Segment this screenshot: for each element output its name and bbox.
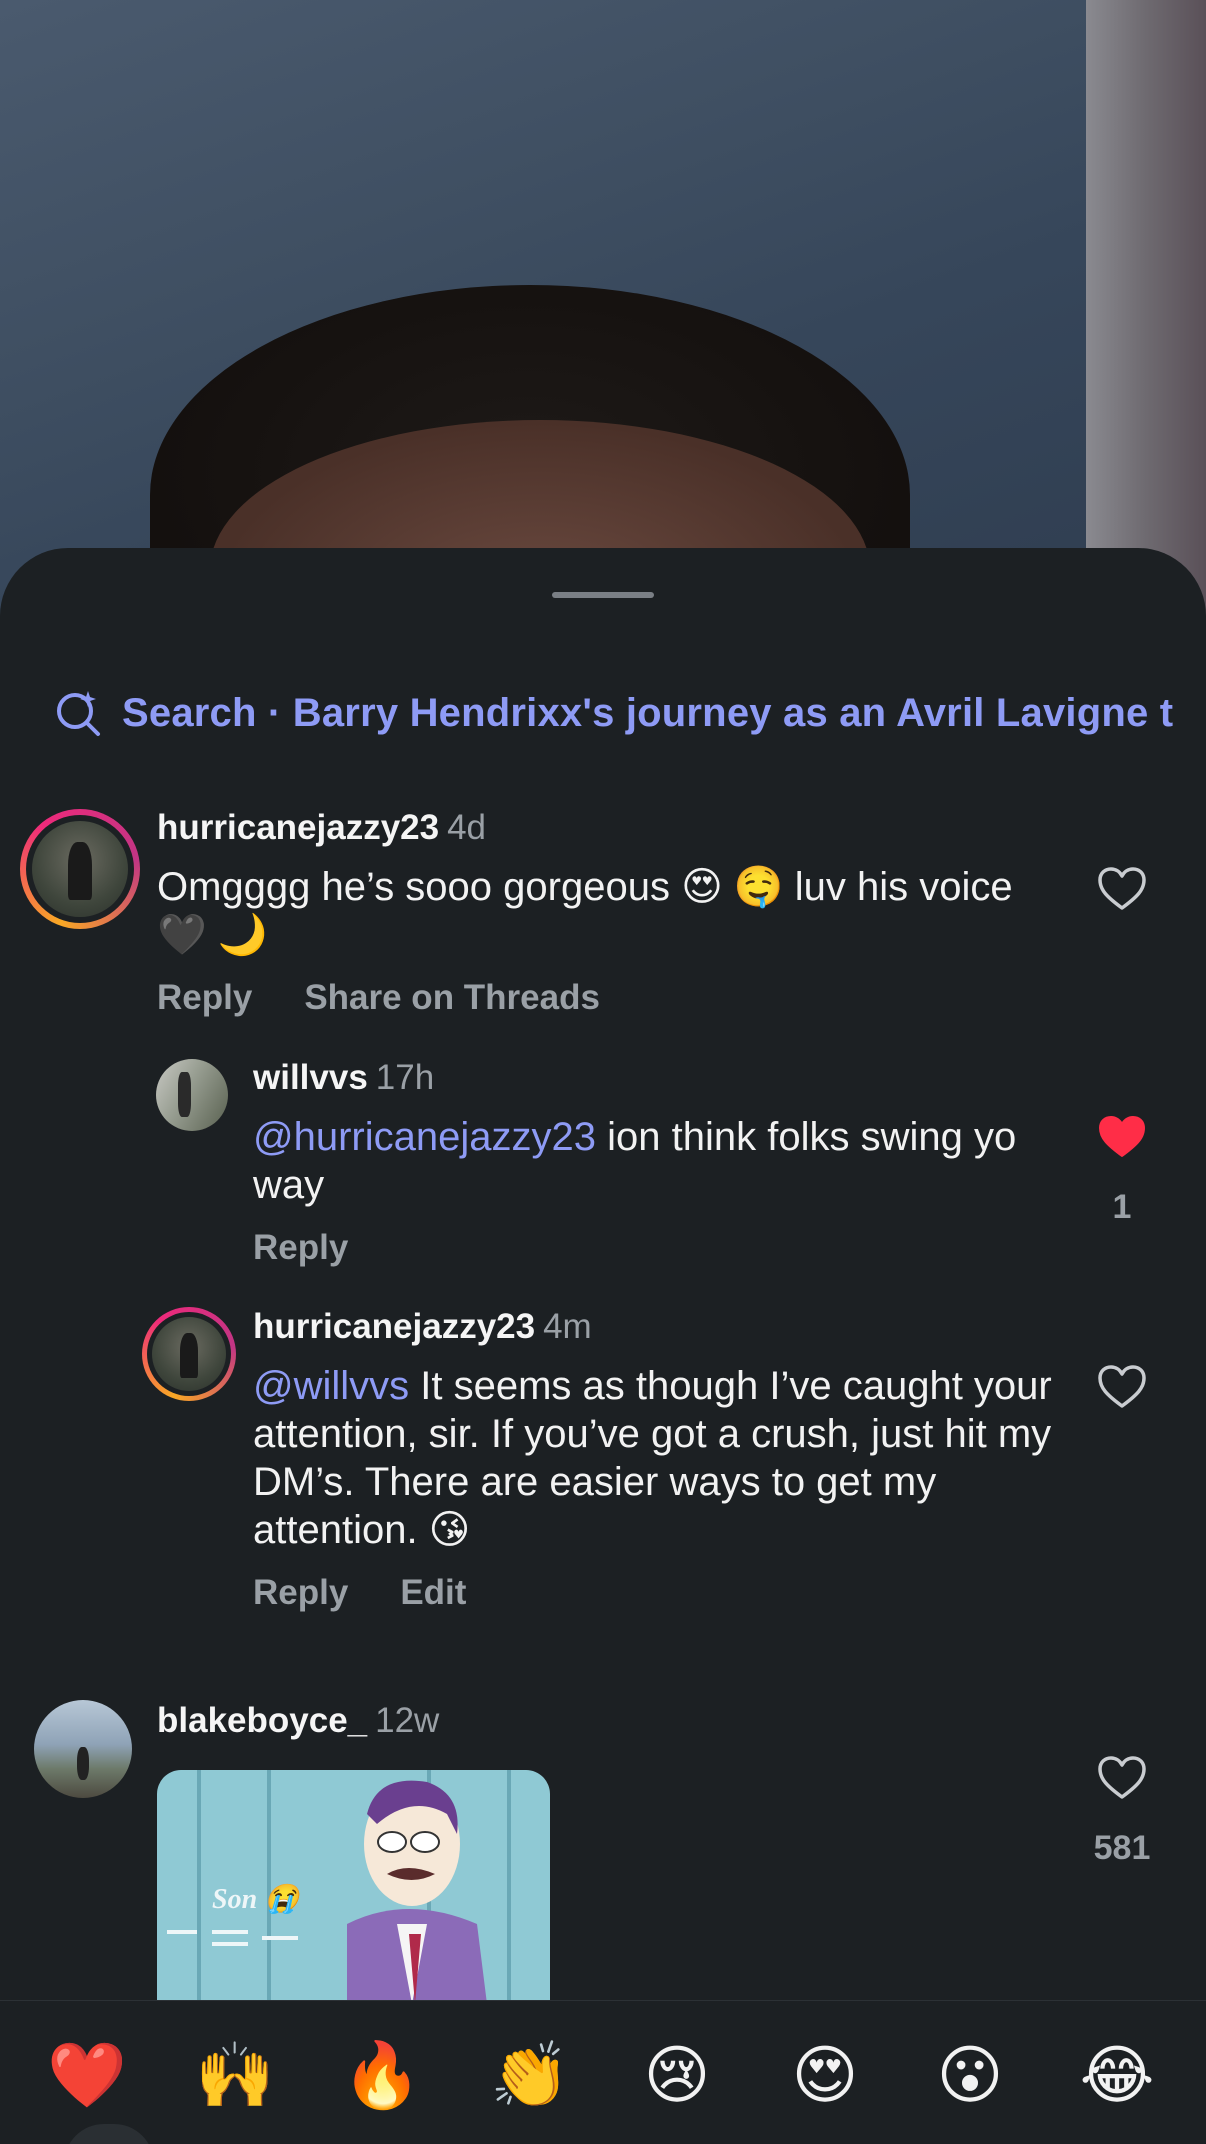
mention-link[interactable]: @hurricanejazzy23 (253, 1115, 596, 1159)
like-button[interactable] (1092, 1114, 1152, 1165)
gif-locker-vent (167, 1930, 197, 1934)
timestamp: 4m (543, 1307, 592, 1346)
gif-locker-line (507, 1770, 511, 2000)
reply-button[interactable]: Reply (253, 1228, 348, 1267)
comment-header: hurricanejazzy23 4m (253, 1307, 592, 1347)
mention-link[interactable]: @willvvs (253, 1364, 409, 1408)
like-button[interactable] (1092, 1364, 1152, 1415)
gif-caption: Son 😭 (212, 1884, 300, 1915)
heart-outline-icon (1098, 867, 1146, 910)
edit-button[interactable]: Edit (400, 1573, 466, 1612)
comment-actions: Reply Edit (253, 1573, 466, 1613)
reaction-heart[interactable]: ❤️ (47, 2035, 127, 2115)
avatar[interactable] (156, 1059, 228, 1131)
comment-actions: Reply (253, 1228, 348, 1268)
comment-header: willvvs 17h (253, 1058, 434, 1098)
avatar (152, 1317, 226, 1391)
comment-text: @willvvs It seems as though I’ve caught … (253, 1362, 1053, 1554)
comment-header: blakeboyce_ 12w (157, 1701, 439, 1741)
gif-locker-vent (212, 1942, 248, 1946)
username[interactable]: willvvs (253, 1058, 368, 1097)
comment-text: @hurricanejazzy23 ion think folks swing … (253, 1113, 1053, 1209)
avatar[interactable] (34, 1700, 132, 1798)
comment-header: hurricanejazzy23 4d (157, 808, 486, 848)
cartoon-character (347, 1780, 487, 2000)
like-button[interactable] (1092, 1755, 1152, 1806)
gif-locker-vent (262, 1936, 298, 1940)
search-sparkle-icon (57, 691, 100, 736)
heart-outline-icon (1098, 1756, 1146, 1799)
search-suggestion[interactable]: Search · Barry Hendrixx's journey as an … (54, 686, 1206, 740)
heart-filled-icon (1099, 1116, 1145, 1157)
username[interactable]: hurricanejazzy23 (157, 808, 439, 847)
like-count: 1 (1112, 1188, 1132, 1226)
reaction-crying[interactable]: 😢 (637, 2035, 717, 2115)
video-wall (1086, 0, 1206, 620)
search-suggestion-label: Search · Barry Hendrixx's journey as an … (122, 690, 1174, 735)
heart-outline-icon (1098, 1365, 1146, 1408)
reply-button[interactable]: Reply (253, 1573, 348, 1612)
quick-reaction-bar: ❤️ 🙌 🔥 👏 😢 😍 😮 😂 (0, 2000, 1206, 2144)
video-background (0, 0, 1206, 620)
reaction-clap[interactable]: 👏 (490, 2035, 570, 2115)
reaction-laughing[interactable]: 😂 (1077, 2035, 1157, 2115)
gif-attachment[interactable]: Son 😭 (157, 1770, 550, 2000)
sheet-grabber[interactable] (552, 592, 654, 598)
avatar (32, 821, 128, 917)
timestamp: 12w (375, 1701, 440, 1740)
reaction-fire[interactable]: 🔥 (342, 2035, 422, 2115)
like-button[interactable] (1092, 866, 1152, 917)
username[interactable]: blakeboyce_ (157, 1701, 367, 1740)
username[interactable]: hurricanejazzy23 (253, 1307, 535, 1346)
reaction-raised-hands[interactable]: 🙌 (195, 2035, 275, 2115)
timestamp: 17h (375, 1058, 435, 1097)
timestamp: 4d (447, 808, 487, 847)
gif-locker-vent (212, 1930, 248, 1934)
comment-text: Omgggg he’s sooo gorgeous 😍 🤤 luv his vo… (157, 865, 1013, 957)
story-ring[interactable] (142, 1307, 236, 1401)
share-on-threads-button[interactable]: Share on Threads (304, 978, 600, 1017)
comment-actions: Reply Share on Threads (157, 978, 600, 1018)
story-ring[interactable] (20, 809, 140, 929)
like-count: 581 (1093, 1829, 1151, 1867)
reaction-heart-eyes[interactable]: 😍 (785, 2035, 865, 2115)
gif-locker-line (197, 1770, 201, 2000)
reaction-surprised[interactable]: 😮 (930, 2035, 1010, 2115)
reply-button[interactable]: Reply (157, 978, 252, 1017)
